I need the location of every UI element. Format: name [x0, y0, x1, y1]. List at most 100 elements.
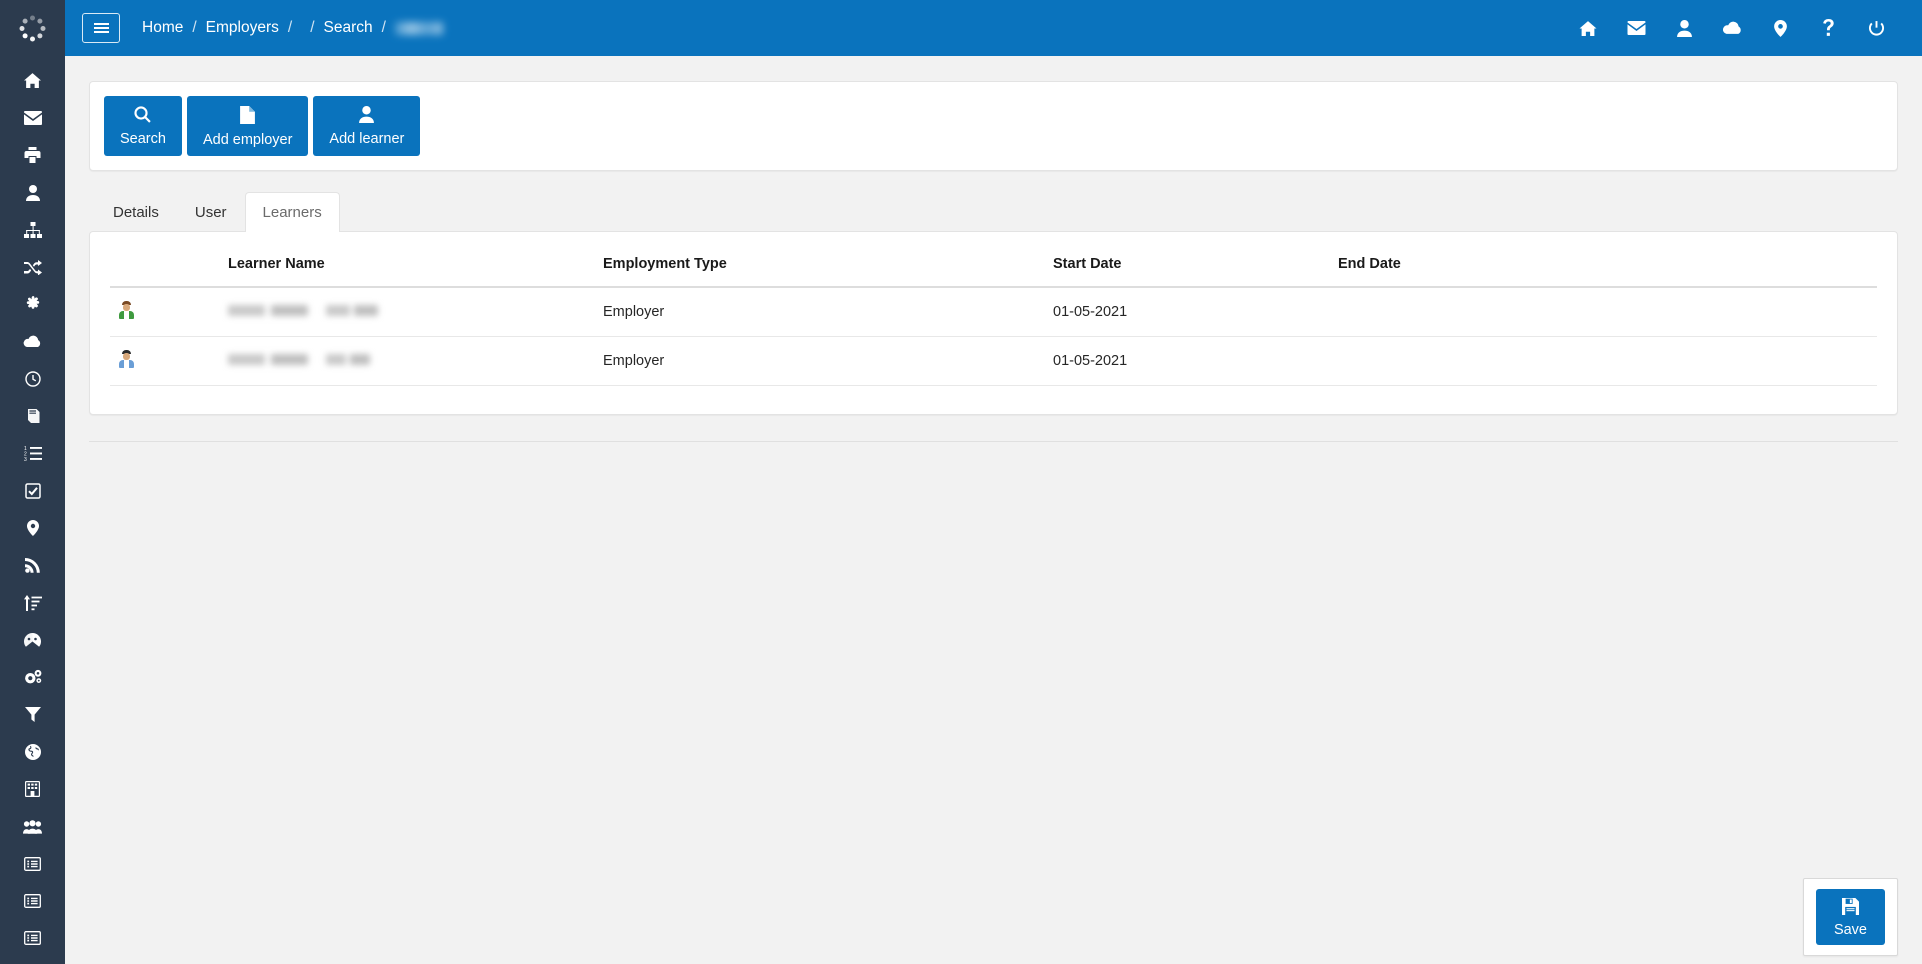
list-alt-icon [24, 931, 41, 945]
sidebar-item-feed[interactable] [0, 547, 65, 584]
spinner-logo-icon [20, 15, 46, 41]
learners-tab-panel: Learner Name Employment Type Start Date … [89, 231, 1898, 415]
search-button-label: Search [120, 132, 166, 147]
breadcrumb-separator: / [192, 19, 196, 37]
list-alt-icon [24, 894, 41, 908]
cell-start-date: 01-05-2021 [1045, 337, 1330, 386]
filter-icon [25, 707, 41, 722]
user-icon [359, 106, 374, 127]
sidebar-item-dashboard[interactable] [0, 621, 65, 658]
table-header-row: Learner Name Employment Type Start Date … [110, 250, 1877, 287]
cell-employment-type: Employer [595, 287, 1045, 337]
save-button-label: Save [1834, 923, 1867, 938]
sidebar-item-locations[interactable] [0, 510, 65, 547]
cell-learner-name [220, 337, 595, 386]
clock-icon [25, 371, 41, 387]
top-bar-icon-group [1564, 0, 1900, 56]
sidebar-item-reports[interactable] [0, 883, 65, 920]
top-power-icon[interactable] [1852, 0, 1900, 56]
table-row[interactable]: Employer 01-05-2021 [110, 337, 1877, 386]
avatar-female-green [118, 301, 135, 319]
sidebar-item-groups[interactable] [0, 808, 65, 845]
home-icon [24, 72, 41, 89]
column-header-employment-type: Employment Type [595, 250, 1045, 287]
sidebar-item-configuration[interactable] [0, 659, 65, 696]
sidebar-item-records[interactable] [0, 845, 65, 882]
svg-text:3: 3 [24, 457, 27, 461]
cell-learner-name [220, 287, 595, 337]
add-employer-button-label: Add employer [203, 133, 292, 148]
learner-name-redacted [326, 354, 370, 365]
list-alt-icon [24, 857, 41, 871]
add-employer-button[interactable]: Add employer [187, 96, 308, 156]
sidebar-item-history[interactable] [0, 360, 65, 397]
rss-icon [25, 558, 40, 573]
sidebar-item-tasks[interactable] [0, 472, 65, 509]
top-navigation-bar: Home / Employers / / Search / [65, 0, 1922, 56]
hamburger-icon-bar [94, 27, 109, 29]
menu-toggle-button[interactable] [82, 13, 120, 43]
top-cloud-icon[interactable] [1708, 0, 1756, 56]
sidebar-item-sitemap[interactable] [0, 211, 65, 248]
table-row[interactable]: Employer 01-05-2021 [110, 287, 1877, 337]
sidebar-item-ordered-list[interactable]: 123 [0, 435, 65, 472]
asterisk-icon [25, 296, 41, 312]
top-map-marker-icon[interactable] [1756, 0, 1804, 56]
sidebar-item-global[interactable] [0, 733, 65, 770]
sidebar-item-filter[interactable] [0, 696, 65, 733]
sidebar-item-organisations[interactable] [0, 771, 65, 808]
breadcrumb-item-home[interactable]: Home [142, 19, 183, 37]
sidebar-item-settings[interactable] [0, 286, 65, 323]
save-button[interactable]: Save [1816, 889, 1885, 945]
sidebar-item-user[interactable] [0, 174, 65, 211]
application-window: 123 [0, 0, 1922, 964]
cell-avatar [110, 337, 220, 386]
add-learner-button[interactable]: Add learner [313, 96, 420, 156]
breadcrumb-item-employers[interactable]: Employers [206, 19, 279, 37]
sidebar-item-random[interactable] [0, 248, 65, 285]
sidebar-item-print[interactable] [0, 137, 65, 174]
sidebar-item-home[interactable] [0, 62, 65, 99]
action-button-row: Search Add employer Add learner [104, 96, 1883, 156]
sidebar-item-cloud[interactable] [0, 323, 65, 360]
map-marker-icon [27, 520, 39, 536]
breadcrumb-item-search[interactable]: Search [324, 19, 373, 37]
main-content-area: Search Add employer Add learner D [65, 56, 1922, 964]
column-header-start-date: Start Date [1045, 250, 1330, 287]
sidebar-item-library[interactable] [0, 398, 65, 435]
globe-icon [25, 744, 41, 760]
envelope-icon [24, 111, 42, 125]
tab-user[interactable]: User [177, 192, 245, 232]
top-question-mark-icon[interactable] [1804, 0, 1852, 56]
book-icon [25, 408, 41, 424]
building-icon [25, 781, 40, 797]
learner-name-redacted [228, 354, 308, 365]
sitemap-icon [24, 222, 42, 238]
search-button[interactable]: Search [104, 96, 182, 156]
column-header-avatar [110, 250, 220, 287]
top-envelope-icon[interactable] [1612, 0, 1660, 56]
breadcrumb-item-redacted[interactable] [395, 22, 443, 35]
breadcrumb: Home / Employers / / Search / [142, 19, 443, 37]
sidebar-item-sort[interactable] [0, 584, 65, 621]
sidebar-item-archive[interactable] [0, 920, 65, 957]
learners-table: Learner Name Employment Type Start Date … [110, 250, 1877, 386]
dashboard-icon [24, 633, 41, 648]
breadcrumb-separator: / [382, 19, 386, 37]
cell-avatar [110, 287, 220, 337]
top-home-icon[interactable] [1564, 0, 1612, 56]
cloud-icon [23, 335, 42, 348]
cell-end-date [1330, 337, 1877, 386]
cell-employment-type: Employer [595, 337, 1045, 386]
check-square-icon [25, 483, 41, 499]
top-user-icon[interactable] [1660, 0, 1708, 56]
cell-start-date: 01-05-2021 [1045, 287, 1330, 337]
learners-table-head: Learner Name Employment Type Start Date … [110, 250, 1877, 287]
search-icon [134, 106, 151, 127]
printer-icon [24, 147, 41, 163]
sidebar-item-mail[interactable] [0, 99, 65, 136]
app-logo[interactable] [0, 0, 65, 56]
tab-learners[interactable]: Learners [245, 192, 340, 232]
tab-details[interactable]: Details [95, 192, 177, 232]
hamburger-icon-bar [94, 23, 109, 25]
